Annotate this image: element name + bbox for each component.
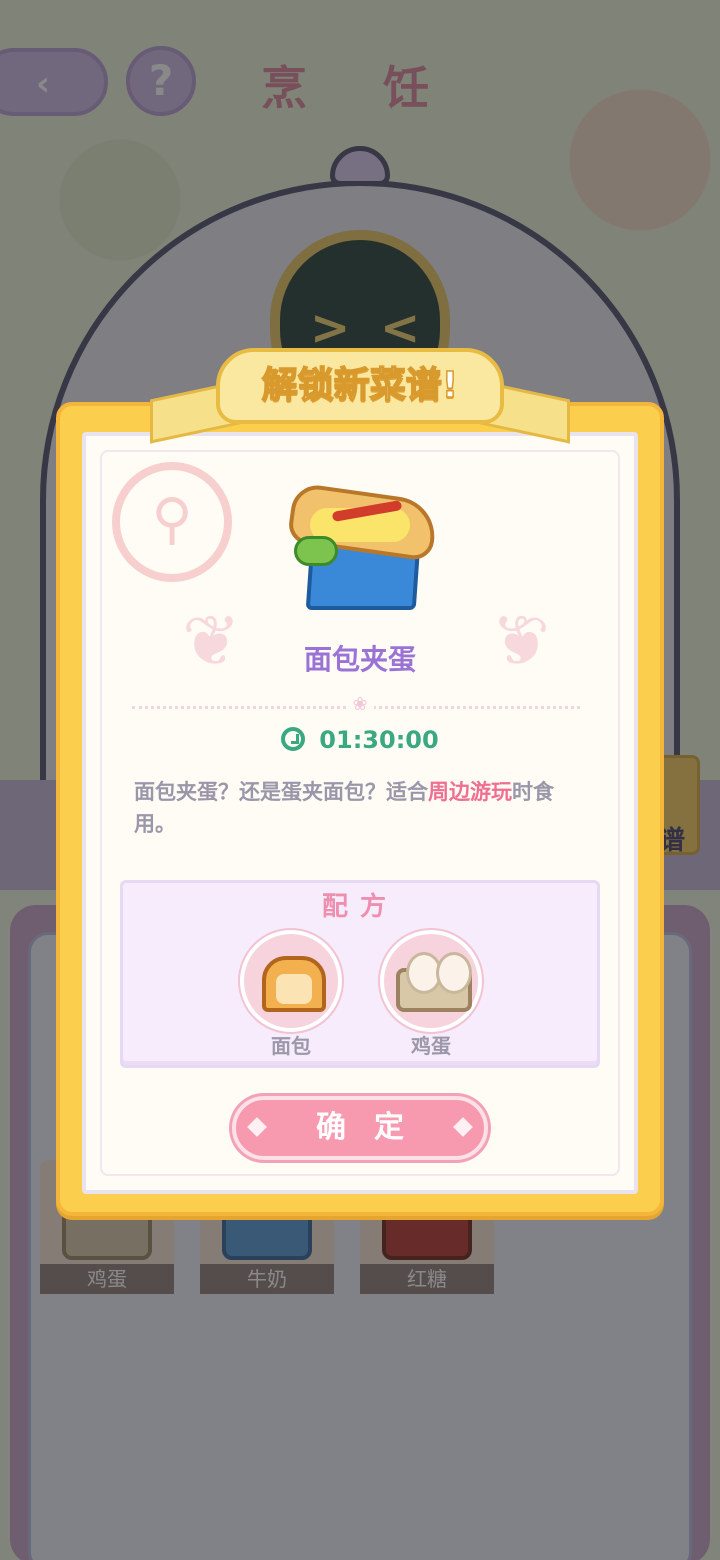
confirm-button[interactable]: 确定 (232, 1096, 488, 1160)
unlock-banner: 解锁新菜谱! (150, 340, 570, 460)
ingredient-badge (240, 930, 342, 1032)
ingredient-label: 鸡蛋 (411, 1034, 451, 1058)
cook-time: 01:30:00 (0, 726, 720, 754)
egg-carton-icon (396, 952, 472, 1012)
dish-name: 面包夹蛋 (303, 643, 416, 676)
confirm-label: 确定 (316, 1110, 432, 1145)
description-text: 面包夹蛋？还是蛋夹面包？适合 (134, 780, 428, 804)
recipe-title: 配方 (321, 892, 398, 922)
ingredient-label: 面包 (271, 1034, 311, 1058)
bread-icon (262, 956, 326, 1012)
ingredient-item: 面包 (240, 930, 342, 1060)
ingredient-badge (380, 930, 482, 1032)
fork-spoon-stamp-icon: ⚲ (112, 462, 232, 582)
egg-sandwich-icon (286, 482, 440, 626)
description-highlight: 周边游玩 (428, 780, 512, 804)
ribbon-center: 解锁新菜谱! (216, 348, 504, 424)
clock-icon (281, 727, 306, 751)
ingredient-item: 鸡蛋 (380, 930, 482, 1060)
dish-description: 面包夹蛋？还是蛋夹面包？适合周边游玩时食用。 (134, 776, 586, 840)
bow-icon: ❀ (346, 694, 374, 715)
banner-title: 解锁新菜谱! (261, 364, 459, 407)
cook-time-value: 01:30:00 (319, 726, 439, 754)
